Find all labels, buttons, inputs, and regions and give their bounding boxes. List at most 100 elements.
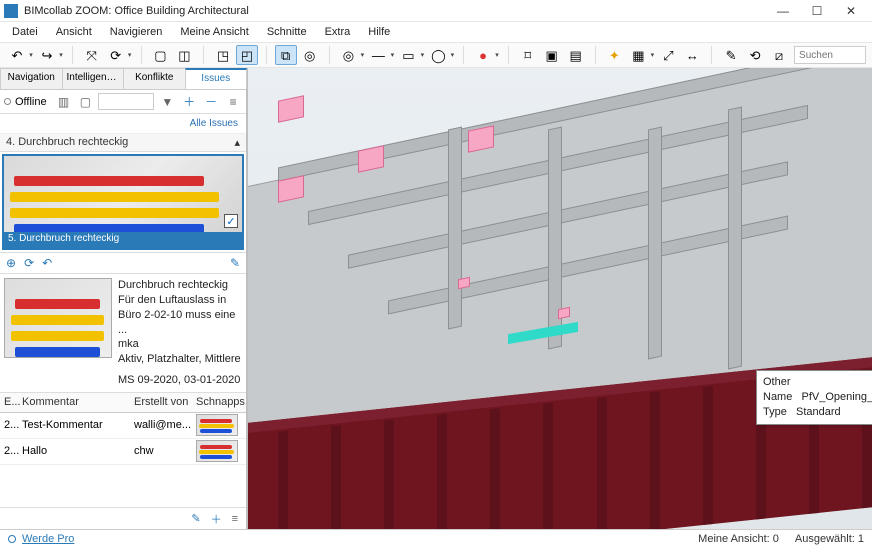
table-row[interactable]: 2... Hallo chw xyxy=(0,439,246,465)
search-wrap xyxy=(794,46,866,64)
side-panel: Navigation Intelligente Ansi… Konflikte … xyxy=(0,68,248,529)
color-button[interactable]: ● xyxy=(472,45,494,65)
style-rect-button[interactable]: ▭ xyxy=(397,45,419,65)
add-issue-button[interactable]: ＋ xyxy=(180,93,198,111)
orbit-button[interactable]: ⟳ xyxy=(105,45,127,65)
view-wire-button[interactable]: ◰ xyxy=(236,45,258,65)
footer-menu-icon[interactable]: ≡ xyxy=(232,513,238,525)
comment-header: E... Kommentar Erstellt von Schnapps... xyxy=(0,393,246,413)
cam1-button[interactable]: ⌑ xyxy=(517,45,539,65)
nav-button[interactable]: ⤧ xyxy=(81,45,103,65)
issue-caption: 5. Durchbruch rechteckig xyxy=(4,232,242,248)
grid-button[interactable]: ▦ xyxy=(627,45,649,65)
collapse-icon: ▴ xyxy=(234,136,240,149)
issue-menu-button[interactable]: ≡ xyxy=(224,93,242,111)
col-comment[interactable]: Kommentar xyxy=(22,396,134,408)
circ-dd[interactable]: ▾ xyxy=(449,51,455,59)
issue-prev-header[interactable]: 4. Durchbruch rechteckig ▴ xyxy=(0,134,246,152)
prev-icon[interactable]: ↶ xyxy=(42,256,52,270)
eye-button[interactable]: ◎ xyxy=(299,45,321,65)
color-icon: ● xyxy=(479,49,487,62)
issue-filter-button[interactable]: ▼ xyxy=(158,93,176,111)
section2-button[interactable]: ◫ xyxy=(173,45,195,65)
remove-issue-button[interactable]: － xyxy=(202,93,220,111)
undo-icon: ↶ xyxy=(12,49,23,62)
col-author[interactable]: Erstellt von xyxy=(134,396,196,408)
panel-strip: ⊕ ⟳ ↶ ✎ xyxy=(0,252,246,274)
zoom-in-icon[interactable]: ⊕ xyxy=(6,256,16,270)
model-scene xyxy=(248,68,872,529)
issue-search-input[interactable] xyxy=(98,93,154,110)
view-grid-button[interactable]: ▢ xyxy=(77,93,95,111)
vis-dd[interactable]: ▾ xyxy=(359,51,365,59)
detail-info: Durchbruch rechteckig Für den Luftauslas… xyxy=(118,278,242,388)
ruler-button[interactable]: ↔ xyxy=(681,45,703,65)
star-icon: ✦ xyxy=(609,49,620,62)
close-button[interactable]: ✕ xyxy=(834,1,868,21)
ruler-icon: ↔ xyxy=(686,49,699,62)
vis-button[interactable]: ◎ xyxy=(337,45,359,65)
titlebar: BIMcollab ZOOM: Office Building Architec… xyxy=(0,0,872,22)
iso-icon: ◳ xyxy=(217,49,229,62)
edit-icon[interactable]: ✎ xyxy=(230,256,240,270)
menu-hilfe[interactable]: Hilfe xyxy=(360,24,398,40)
viewport-3d[interactable]: Other Name PfV_Opening_Rect:Standard:176… xyxy=(248,68,872,529)
col-snap[interactable]: Schnapps... xyxy=(196,396,242,408)
t2-button[interactable]: ⟲ xyxy=(744,45,766,65)
cell-snap[interactable] xyxy=(196,440,238,462)
detail-thumb[interactable] xyxy=(4,278,112,358)
cam3-button[interactable]: ▤ xyxy=(565,45,587,65)
footer-add-icon[interactable]: ＋ xyxy=(211,511,222,527)
tab-navigation[interactable]: Navigation xyxy=(0,68,63,89)
redo-dropdown[interactable]: ▾ xyxy=(58,51,64,59)
menu-meine-ansicht[interactable]: Meine Ansicht xyxy=(172,24,256,40)
window-title: BIMcollab ZOOM: Office Building Architec… xyxy=(24,5,766,17)
color-dd[interactable]: ▾ xyxy=(494,51,500,59)
issue-checkbox[interactable]: ✓ xyxy=(224,214,238,228)
table-row[interactable]: 2... Test-Kommentar walli@me... xyxy=(0,413,246,439)
cube-icon: ▢ xyxy=(154,49,166,62)
cell-snap[interactable] xyxy=(196,414,238,436)
connection-status[interactable]: Offline xyxy=(4,96,47,108)
dash-dd[interactable]: ▾ xyxy=(389,51,395,59)
rect-dd[interactable]: ▾ xyxy=(419,51,425,59)
zoom-reset-icon[interactable]: ⟳ xyxy=(24,256,34,270)
tab-issues[interactable]: Issues xyxy=(185,68,248,89)
section1-button[interactable]: ▢ xyxy=(149,45,171,65)
t3-button[interactable]: ⧄ xyxy=(768,45,790,65)
menu-extra[interactable]: Extra xyxy=(317,24,359,40)
star-button[interactable]: ✦ xyxy=(603,45,625,65)
filter-button[interactable]: ⧉ xyxy=(275,45,297,65)
maximize-button[interactable]: ☐ xyxy=(800,1,834,21)
menu-navigieren[interactable]: Navigieren xyxy=(102,24,171,40)
t2-icon: ⟲ xyxy=(750,49,761,62)
cam2-button[interactable]: ▣ xyxy=(541,45,563,65)
grid-dd[interactable]: ▾ xyxy=(649,51,655,59)
view-list-button[interactable]: ▥ xyxy=(55,93,73,111)
search-input[interactable] xyxy=(794,46,866,64)
footer-edit-icon[interactable]: ✎ xyxy=(191,512,200,525)
comment-table: E... Kommentar Erstellt von Schnapps... … xyxy=(0,393,246,507)
menu-datei[interactable]: Datei xyxy=(4,24,46,40)
undo-button[interactable]: ↶ xyxy=(6,45,28,65)
col-idx[interactable]: E... xyxy=(4,396,22,408)
orbit-dropdown[interactable]: ▾ xyxy=(127,51,133,59)
pick-button[interactable]: ⤢ xyxy=(657,45,679,65)
wire-icon: ◰ xyxy=(241,49,253,62)
menu-ansicht[interactable]: Ansicht xyxy=(48,24,100,40)
tab-clashes[interactable]: Konflikte xyxy=(123,68,186,89)
style-circ-button[interactable]: ◯ xyxy=(427,45,449,65)
undo-dropdown[interactable]: ▾ xyxy=(28,51,34,59)
upgrade-link[interactable]: Werde Pro xyxy=(22,533,74,545)
redo-button[interactable]: ↪ xyxy=(36,45,58,65)
menu-schnitte[interactable]: Schnitte xyxy=(259,24,315,40)
filter-line[interactable]: Alle Issues xyxy=(0,114,246,134)
issue-card-selected[interactable]: ✓ 5. Durchbruch rechteckig xyxy=(2,154,244,250)
minimize-button[interactable]: — xyxy=(766,1,800,21)
tab-smartviews[interactable]: Intelligente Ansi… xyxy=(62,68,125,89)
view-iso-button[interactable]: ◳ xyxy=(212,45,234,65)
t1-icon: ✎ xyxy=(726,49,737,62)
tooltip-l2: Name PfV_Opening_Rect:Standard:1760122 xyxy=(763,390,872,405)
style-dash-button[interactable]: — xyxy=(367,45,389,65)
t1-button[interactable]: ✎ xyxy=(720,45,742,65)
